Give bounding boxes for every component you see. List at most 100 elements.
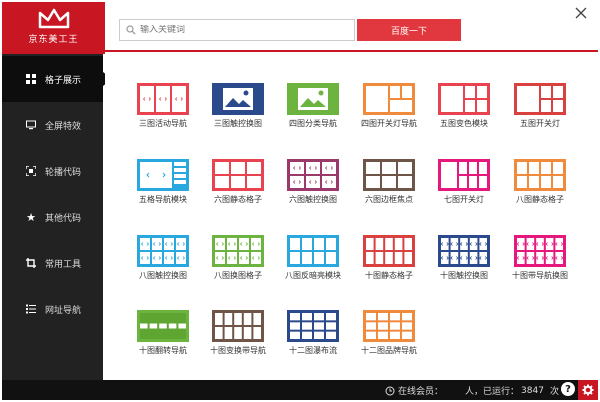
template-tile[interactable]: 十图静态格子 xyxy=(358,235,420,293)
template-label: 十图变换带导航 xyxy=(210,346,266,355)
template-thumbnail xyxy=(137,310,189,342)
sidebar-item-label: 全屏特效 xyxy=(45,121,82,132)
template-label: 十二图瀑布流 xyxy=(289,346,337,355)
template-thumbnail xyxy=(287,310,339,342)
template-tile[interactable]: 四图分类导航 xyxy=(282,83,344,141)
template-label: 五图变色模块 xyxy=(440,119,488,128)
sidebar-item-other[interactable]: ★ 其他代码 xyxy=(2,194,103,240)
template-tile[interactable]: 十图变换带导航 xyxy=(207,310,269,368)
help-icon[interactable]: ? xyxy=(561,382,575,396)
template-tile[interactable]: 五图开关灯 xyxy=(509,83,571,141)
template-label: 八图反暗亮模块 xyxy=(285,271,341,280)
app-logo: 京东美工王 xyxy=(2,2,105,54)
search-box[interactable] xyxy=(119,19,355,41)
template-tile[interactable]: 十二图品牌导航 xyxy=(358,310,420,368)
grid-icon xyxy=(26,74,36,84)
template-label: 五格导航模块 xyxy=(139,195,187,204)
search-input[interactable] xyxy=(140,25,340,35)
template-thumbnail xyxy=(514,159,566,191)
template-thumbnail xyxy=(287,235,339,267)
template-label: 八图换图格子 xyxy=(214,271,262,280)
template-label: 六图静态格子 xyxy=(214,195,262,204)
template-label: 十二图品牌导航 xyxy=(361,346,417,355)
sidebar-item-label: 格子展示 xyxy=(45,75,82,86)
template-thumbnail xyxy=(438,235,490,267)
template-label: 十图翻转导航 xyxy=(139,346,187,355)
template-tile[interactable]: 十图触控换图 xyxy=(433,235,495,293)
sidebar: 格子展示 全屏特效 轮播代码 ★ 其他代码 常用工具 网址导航 xyxy=(2,54,112,380)
template-label: 三图触控换图 xyxy=(214,119,262,128)
template-thumbnail xyxy=(137,235,189,267)
expand-icon xyxy=(26,166,36,176)
template-thumbnail xyxy=(212,83,264,115)
sidebar-item-links[interactable]: 网址导航 xyxy=(2,286,103,332)
monitor-icon xyxy=(26,120,36,130)
sidebar-item-label: 轮播代码 xyxy=(45,167,82,178)
template-label: 三图活动导航 xyxy=(139,119,187,128)
template-label: 六图触控换图 xyxy=(289,195,337,204)
template-tile[interactable]: 三图触控换图 xyxy=(207,83,269,141)
template-thumbnail xyxy=(438,159,490,191)
list-icon xyxy=(26,304,36,314)
sidebar-item-grid[interactable]: 格子展示 xyxy=(2,56,112,102)
template-tile[interactable]: 十图带导航换图 xyxy=(509,235,571,293)
template-tile[interactable]: 六图触控换图 xyxy=(282,159,344,217)
template-label: 十图静态格子 xyxy=(365,271,413,280)
template-thumbnail xyxy=(212,159,264,191)
run-count-unit: 次 xyxy=(549,387,559,397)
members-label: 在线会员： xyxy=(398,387,444,397)
template-label: 六图边框焦点 xyxy=(365,195,413,204)
template-tile[interactable]: 十二图瀑布流 xyxy=(282,310,344,368)
crop-icon xyxy=(26,258,36,268)
sidebar-item-label: 其他代码 xyxy=(45,213,82,224)
template-tile[interactable]: 八图反暗亮模块 xyxy=(282,235,344,293)
clock-icon xyxy=(385,386,395,395)
template-thumbnail xyxy=(514,83,566,115)
template-label: 十图触控换图 xyxy=(440,271,488,280)
template-tile[interactable]: 五格导航模块 xyxy=(132,159,194,217)
template-tile[interactable]: 四图开关灯导航 xyxy=(358,83,420,141)
template-label: 八图静态格子 xyxy=(516,195,564,204)
status-bar: 在线会员： 人，已运行： 3847 次 ? xyxy=(2,380,598,400)
close-icon[interactable] xyxy=(574,6,588,20)
template-tile[interactable]: 七图开关灯 xyxy=(433,159,495,217)
sidebar-item-carousel[interactable]: 轮播代码 xyxy=(2,148,103,194)
top-bar: 百度一下 xyxy=(105,0,598,52)
template-thumbnail xyxy=(287,83,339,115)
gear-icon[interactable] xyxy=(578,380,598,400)
template-tile[interactable]: 三图活动导航 xyxy=(132,83,194,141)
template-tile[interactable]: 八图换图格子 xyxy=(207,235,269,293)
sidebar-item-fullscreen[interactable]: 全屏特效 xyxy=(2,102,103,148)
run-count: 3847 xyxy=(521,385,544,396)
template-label: 八图触控换图 xyxy=(139,271,187,280)
sidebar-item-tools[interactable]: 常用工具 xyxy=(2,240,103,286)
template-tile[interactable]: 八图静态格子 xyxy=(509,159,571,217)
template-tile[interactable]: 六图静态格子 xyxy=(207,159,269,217)
sidebar-item-label: 常用工具 xyxy=(45,259,82,270)
template-thumbnail xyxy=(137,83,189,115)
template-thumbnail xyxy=(287,159,339,191)
template-thumbnail xyxy=(212,310,264,342)
app-name: 京东美工王 xyxy=(28,35,79,45)
template-label: 四图分类导航 xyxy=(289,119,337,128)
search-button[interactable]: 百度一下 xyxy=(357,19,461,41)
template-label: 七图开关灯 xyxy=(444,195,484,204)
template-thumbnail xyxy=(212,235,264,267)
template-thumbnail xyxy=(137,159,189,191)
template-tile[interactable]: 五图变色模块 xyxy=(433,83,495,141)
runtime-label: 人，已运行： xyxy=(465,387,520,397)
template-thumbnail xyxy=(363,159,415,191)
template-thumbnail xyxy=(438,83,490,115)
template-tile[interactable]: 六图边框焦点 xyxy=(358,159,420,217)
template-grid: 三图活动导航 三图触控换图 四图分类导航 四图开关灯导航 五图变色模块 五图开关灯五格… xyxy=(105,54,598,380)
status-text: 在线会员： 人，已运行： 3847 次 xyxy=(385,384,559,397)
search-icon xyxy=(126,25,136,35)
template-tile[interactable]: 十图翻转导航 xyxy=(132,310,194,368)
template-thumbnail xyxy=(514,235,566,267)
sidebar-item-label: 网址导航 xyxy=(45,305,82,316)
template-tile[interactable]: 八图触控换图 xyxy=(132,235,194,293)
template-label: 五图开关灯 xyxy=(520,119,560,128)
template-label: 十图带导航换图 xyxy=(512,271,568,280)
template-label: 四图开关灯导航 xyxy=(361,119,417,128)
crown-icon xyxy=(38,8,69,29)
